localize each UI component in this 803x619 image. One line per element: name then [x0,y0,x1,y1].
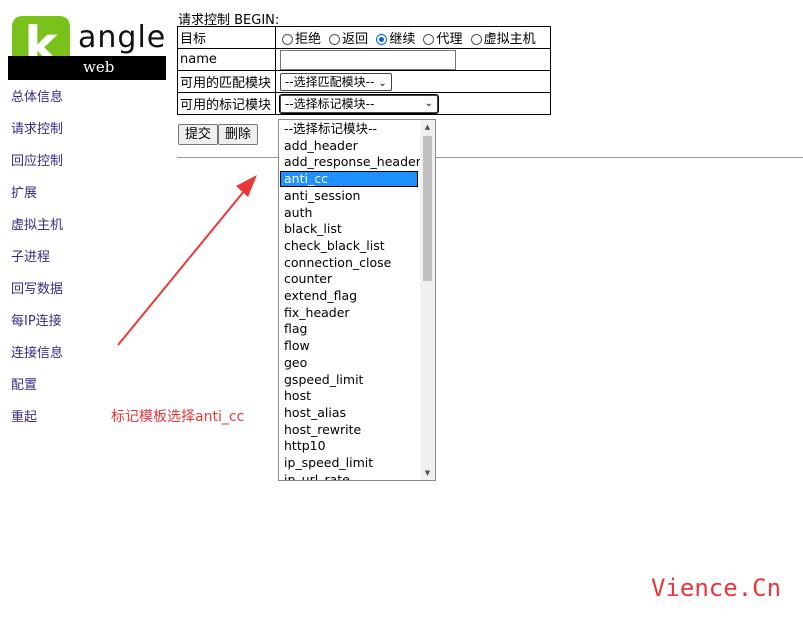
watermark: Vience.Cn [651,574,782,602]
annotation-text: 标记模板选择anti_cc [111,409,245,425]
red-arrow-icon [117,175,257,346]
